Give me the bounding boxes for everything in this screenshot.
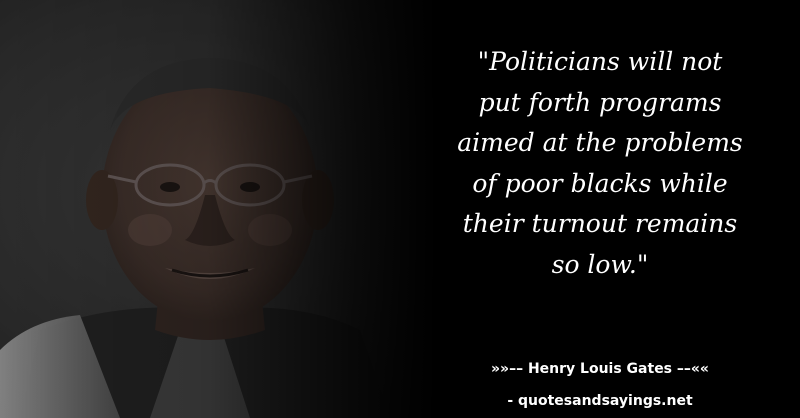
quote-line: put forth programs	[478, 87, 722, 117]
quote-card: "Politicians will not put forth programs…	[0, 0, 800, 418]
quote-line: their turnout remains	[462, 209, 738, 238]
quote-line: aimed at the problems	[457, 128, 743, 157]
quote-line: of poor blacks while	[472, 168, 728, 198]
quote-line: so low."	[551, 249, 649, 279]
quote-text: "Politicians will not put forth programs…	[420, 42, 780, 285]
quote-line: "Politicians will not	[477, 47, 723, 76]
quote-author: »»–– Henry Louis Gates ––««	[491, 361, 709, 377]
site-credit: - quotesandsayings.net	[507, 393, 693, 409]
